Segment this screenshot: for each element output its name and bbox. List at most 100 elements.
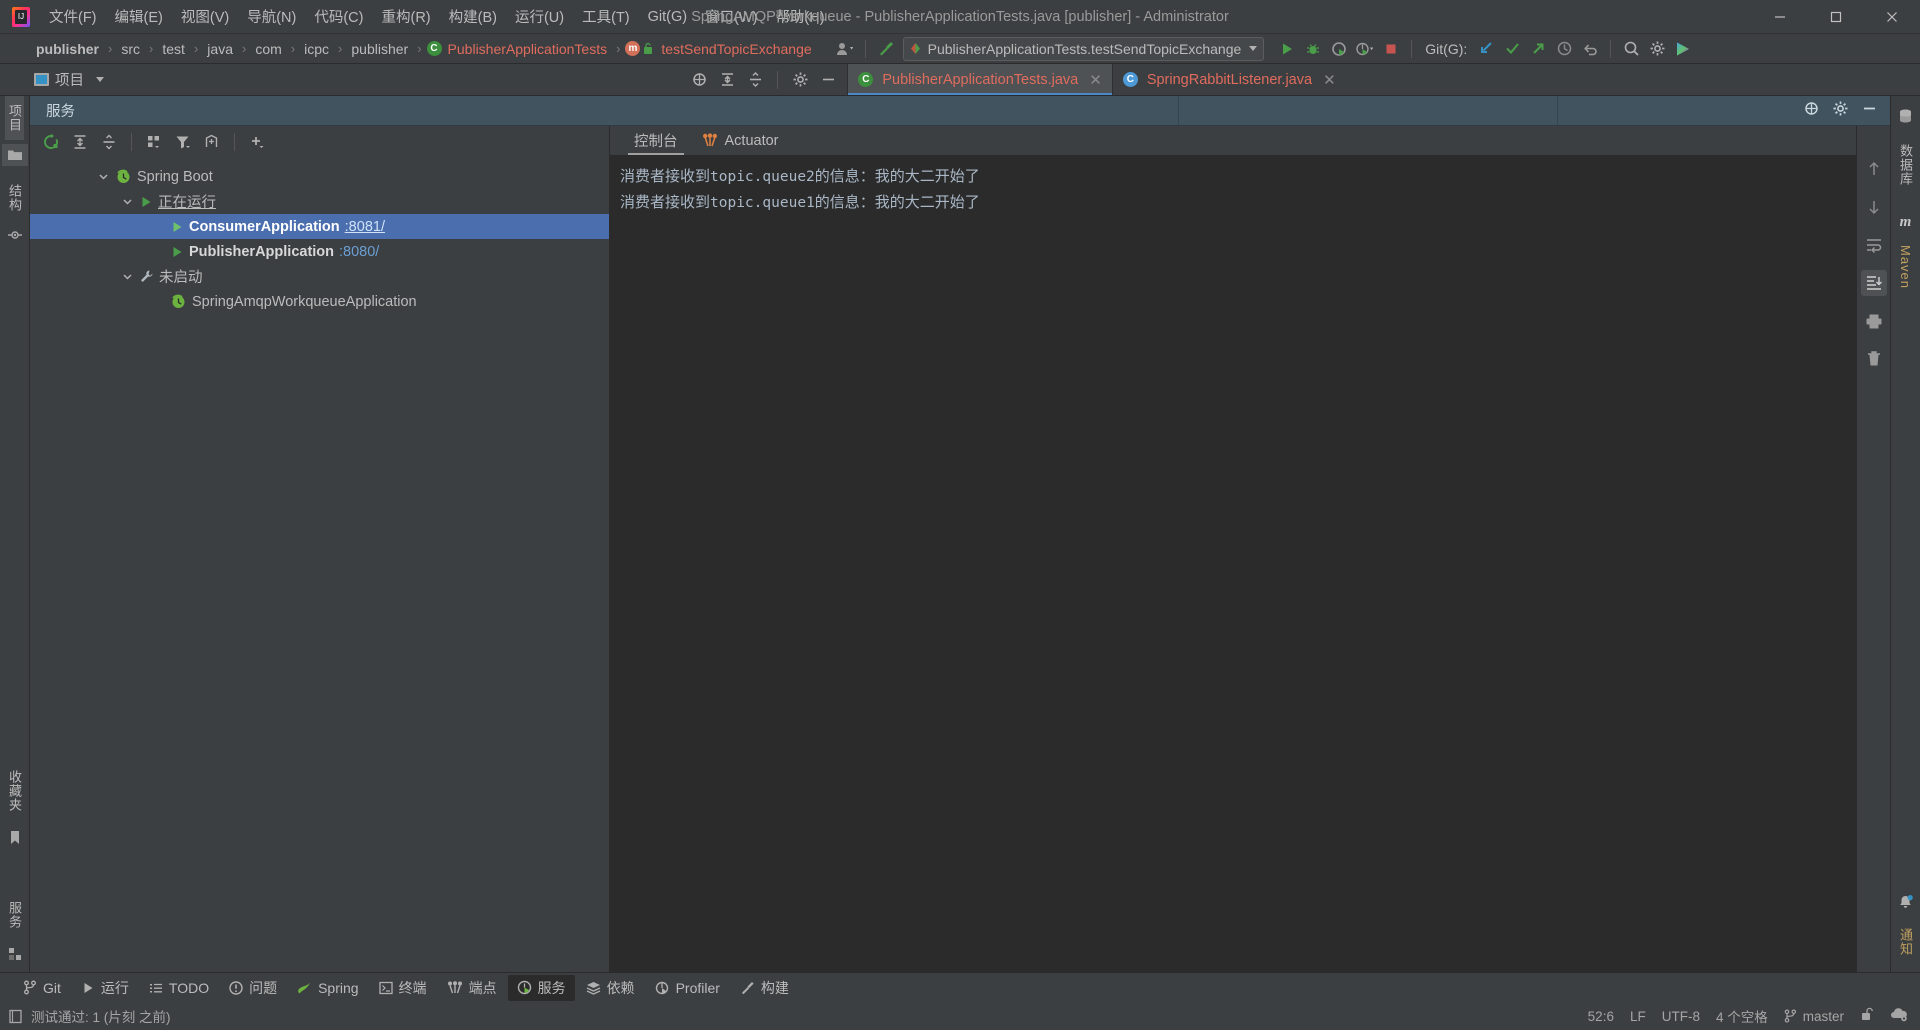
left-tab-favorites[interactable]: 收藏夹 bbox=[5, 762, 24, 820]
menu-run[interactable]: 运行(U) bbox=[506, 0, 573, 33]
tree-node-consumer-application[interactable]: ConsumerApplication :8081/ bbox=[30, 214, 609, 239]
search-everywhere-icon[interactable] bbox=[1618, 36, 1644, 62]
menu-file[interactable]: 文件(F) bbox=[40, 0, 106, 33]
breadcrumb-com[interactable]: com bbox=[249, 34, 287, 63]
tree-node-spring-boot[interactable]: Spring Boot bbox=[30, 164, 609, 189]
scroll-down-icon[interactable] bbox=[1861, 194, 1887, 220]
menu-tools[interactable]: 工具(T) bbox=[573, 0, 639, 33]
bottom-tab-spring[interactable]: Spring bbox=[288, 977, 367, 999]
right-tab-database[interactable]: 数据库 bbox=[1896, 136, 1915, 194]
git-history-icon[interactable] bbox=[1551, 36, 1577, 62]
close-icon[interactable]: ✕ bbox=[1089, 71, 1102, 89]
breadcrumb-publisher-package[interactable]: publisher bbox=[345, 34, 414, 63]
soft-wrap-icon[interactable] bbox=[1861, 232, 1887, 258]
bookmark-icon[interactable] bbox=[8, 830, 22, 851]
bottom-tab-problems[interactable]: 问题 bbox=[220, 975, 286, 1001]
chevron-down-icon[interactable] bbox=[96, 170, 110, 184]
debug-icon[interactable] bbox=[1300, 36, 1326, 62]
menu-refactor[interactable]: 重构(R) bbox=[372, 0, 439, 33]
profiler-icon[interactable] bbox=[1352, 36, 1378, 62]
scroll-up-icon[interactable] bbox=[1861, 156, 1887, 182]
bottom-tab-terminal[interactable]: 终端 bbox=[370, 975, 436, 1001]
collapse-all-icon[interactable] bbox=[96, 129, 122, 155]
left-tab-project[interactable]: 项目 bbox=[5, 96, 24, 140]
bottom-tab-todo[interactable]: TODO bbox=[140, 977, 218, 999]
console-output[interactable]: 消费者接收到topic.queue2的信息：我的大二开始了 消费者接收到topi… bbox=[610, 156, 1856, 972]
project-toolwindow-chip[interactable]: 项目 bbox=[0, 64, 112, 95]
menu-window[interactable]: 窗口(W) bbox=[696, 0, 766, 33]
database-icon[interactable] bbox=[1897, 108, 1914, 130]
settings-gear-icon[interactable] bbox=[787, 67, 813, 93]
run-configuration-selector[interactable]: PublisherApplicationTests.testSendTopicE… bbox=[902, 36, 1265, 61]
git-push-icon[interactable] bbox=[1525, 36, 1551, 62]
bottom-tab-dependencies[interactable]: 依赖 bbox=[577, 975, 644, 1001]
menu-build[interactable]: 构建(B) bbox=[440, 0, 506, 33]
tree-node-port-link[interactable]: :8081/ bbox=[345, 219, 385, 235]
breadcrumb-test-method[interactable]: m testSendTopicExchange bbox=[623, 34, 817, 63]
hide-icon[interactable] bbox=[815, 67, 841, 93]
chevron-down-icon[interactable] bbox=[120, 270, 134, 284]
rerun-icon[interactable] bbox=[38, 129, 64, 155]
editor-tab-spring-rabbit-listener[interactable]: C SpringRabbitListener.java ✕ bbox=[1111, 64, 1346, 95]
hide-window-icon[interactable] bbox=[1861, 100, 1878, 122]
scroll-from-source-icon[interactable] bbox=[686, 67, 712, 93]
user-profile-icon[interactable] bbox=[832, 36, 858, 62]
group-by-icon[interactable] bbox=[141, 129, 167, 155]
folder-icon[interactable] bbox=[1, 144, 28, 166]
tree-node-running[interactable]: 正在运行 bbox=[30, 189, 609, 214]
git-update-project-icon[interactable] bbox=[1473, 36, 1499, 62]
breadcrumb-icpc[interactable]: icpc bbox=[298, 34, 335, 63]
cloud-settings-icon[interactable] bbox=[1890, 1007, 1908, 1025]
chevron-down-icon[interactable] bbox=[120, 195, 134, 209]
git-branch-widget[interactable]: master bbox=[1784, 1009, 1844, 1024]
bean-icon[interactable] bbox=[2, 224, 28, 246]
expand-all-icon[interactable] bbox=[714, 67, 740, 93]
menu-code[interactable]: 代码(C) bbox=[305, 0, 372, 33]
show-configurations-icon[interactable] bbox=[199, 129, 225, 155]
close-button[interactable] bbox=[1864, 0, 1920, 33]
tree-node-springamqp-workqueue-application[interactable]: SpringAmqpWorkqueueApplication bbox=[30, 289, 609, 314]
right-tab-maven[interactable]: Maven bbox=[1898, 237, 1913, 297]
git-rollback-icon[interactable] bbox=[1577, 36, 1603, 62]
right-tab-notifications[interactable]: 通知 bbox=[1896, 920, 1915, 964]
left-tab-structure[interactable]: 结构 bbox=[5, 176, 24, 220]
bottom-tab-profiler[interactable]: Profiler bbox=[646, 977, 729, 999]
run-anything-icon[interactable] bbox=[1670, 36, 1696, 62]
breadcrumb-test[interactable]: test bbox=[156, 34, 191, 63]
git-commit-icon[interactable] bbox=[1499, 36, 1525, 62]
clear-all-icon[interactable] bbox=[1861, 346, 1887, 372]
line-separator[interactable]: LF bbox=[1630, 1009, 1646, 1024]
bottom-tab-build[interactable]: 构建 bbox=[731, 975, 798, 1001]
caret-position[interactable]: 52:6 bbox=[1588, 1009, 1614, 1024]
breadcrumb-publisher-module[interactable]: publisher bbox=[30, 34, 105, 63]
editor-tab-publisher-tests[interactable]: C PublisherApplicationTests.java ✕ bbox=[847, 64, 1113, 95]
expand-all-icon[interactable] bbox=[67, 129, 93, 155]
menu-edit[interactable]: 编辑(E) bbox=[106, 0, 172, 33]
collapse-all-icon[interactable] bbox=[742, 67, 768, 93]
menu-view[interactable]: 视图(V) bbox=[172, 0, 238, 33]
settings-gear-icon[interactable] bbox=[1832, 100, 1849, 122]
minimize-button[interactable] bbox=[1752, 0, 1808, 33]
locate-icon[interactable] bbox=[1803, 100, 1820, 122]
filter-icon[interactable] bbox=[170, 129, 196, 155]
tree-node-not-started[interactable]: 未启动 bbox=[30, 264, 609, 289]
breadcrumb-src[interactable]: src bbox=[115, 34, 146, 63]
status-message-group[interactable]: 测试通过: 1 (片刻 之前) bbox=[8, 1006, 171, 1026]
menu-help[interactable]: 帮助(H) bbox=[766, 0, 833, 33]
stop-icon[interactable] bbox=[1378, 36, 1404, 62]
scroll-to-end-icon[interactable] bbox=[1860, 270, 1887, 296]
bottom-tab-run[interactable]: 运行 bbox=[72, 975, 138, 1001]
menu-navigate[interactable]: 导航(N) bbox=[238, 0, 305, 33]
bottom-tab-services[interactable]: 服务 bbox=[507, 974, 575, 1001]
left-tab-services-bottom[interactable]: 服务 bbox=[5, 893, 24, 937]
file-encoding[interactable]: UTF-8 bbox=[1662, 1009, 1700, 1024]
print-icon[interactable] bbox=[1861, 308, 1887, 334]
grid-icon[interactable] bbox=[8, 947, 22, 966]
settings-gear-icon[interactable] bbox=[1644, 36, 1670, 62]
breadcrumb-java[interactable]: java bbox=[201, 34, 239, 63]
build-hammer-icon[interactable] bbox=[873, 36, 899, 62]
bell-icon[interactable] bbox=[1897, 894, 1914, 916]
maximize-button[interactable] bbox=[1808, 0, 1864, 33]
bottom-tab-endpoints[interactable]: 端点 bbox=[438, 975, 506, 1001]
close-icon[interactable]: ✕ bbox=[1323, 71, 1336, 89]
